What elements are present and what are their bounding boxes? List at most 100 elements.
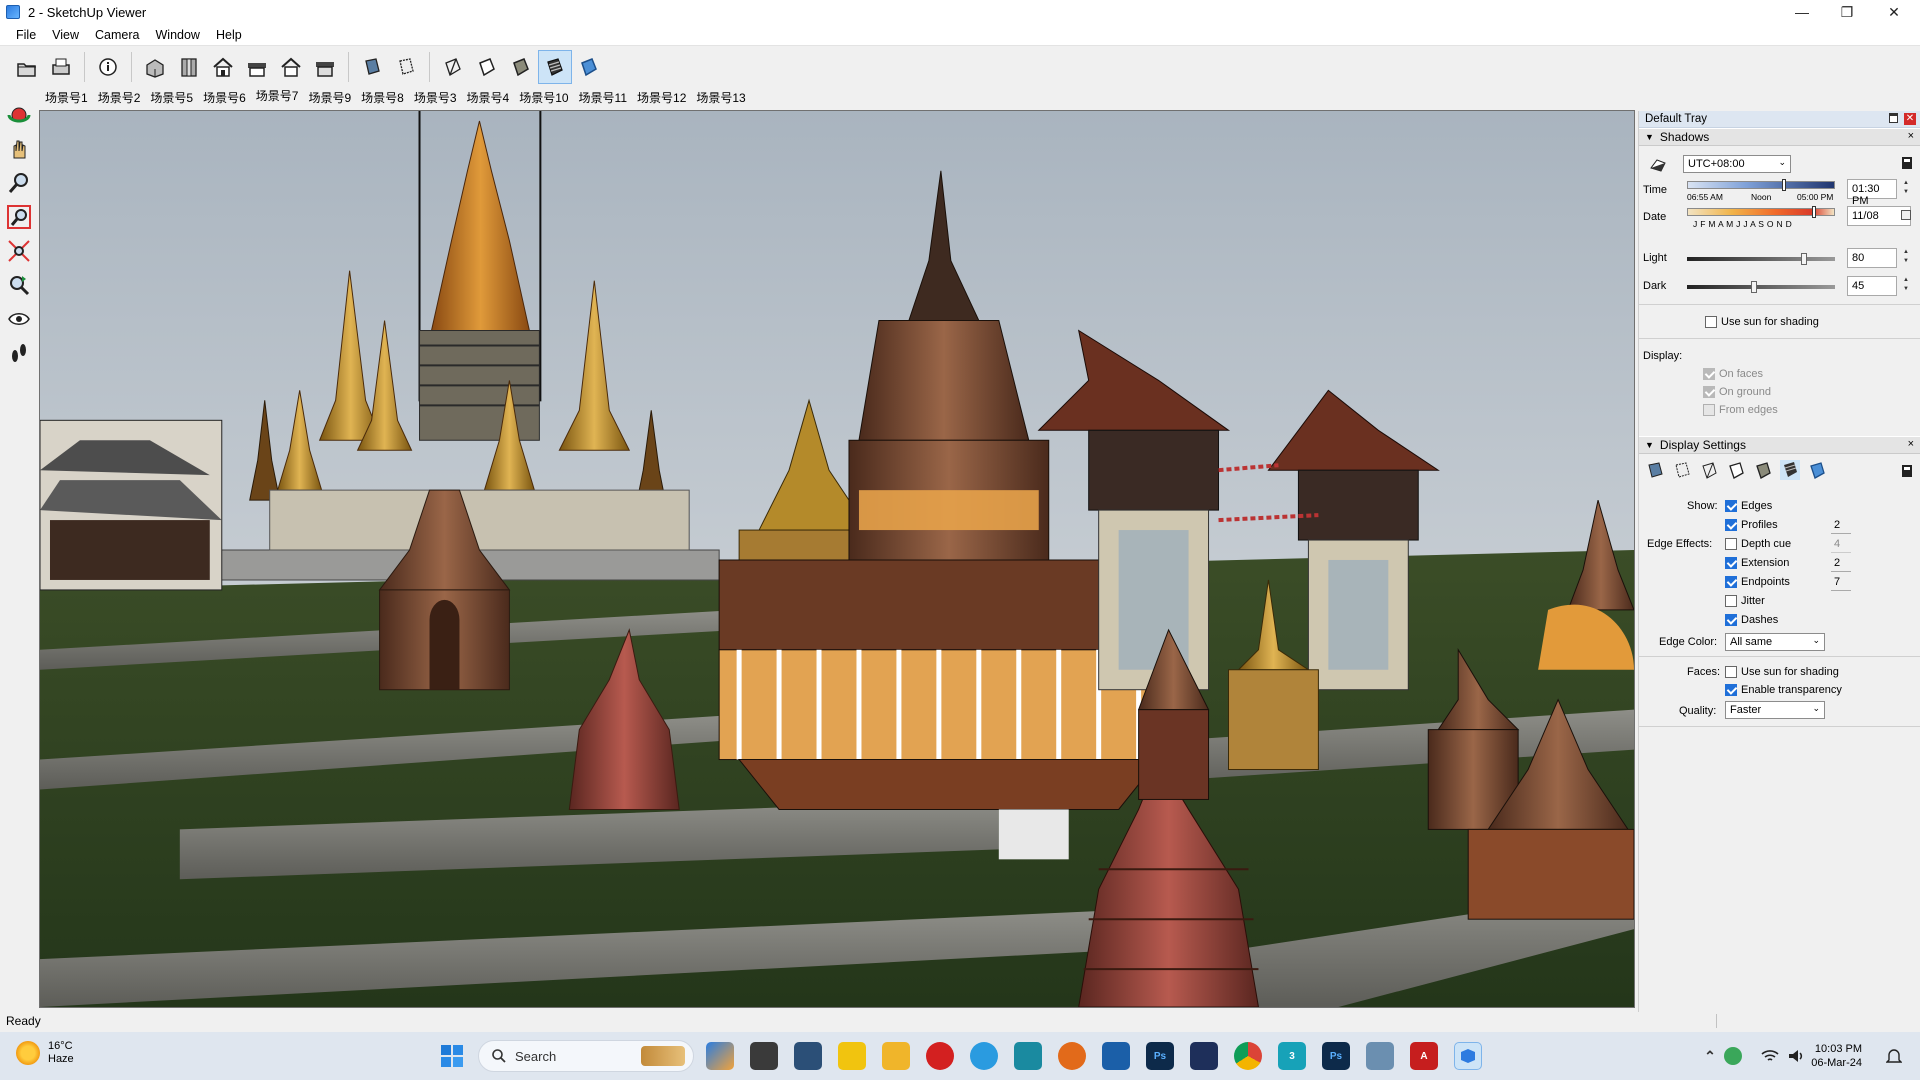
faces-use-sun-checkbox[interactable]: Use sun for shading: [1725, 666, 1839, 679]
endpoints-checkbox[interactable]: Endpoints: [1725, 576, 1790, 589]
profiles-checkbox-box[interactable]: [1725, 519, 1737, 532]
image-viewer-icon[interactable]: [1366, 1042, 1394, 1070]
scene-tab-8[interactable]: 场景号8: [356, 89, 409, 106]
iso-view-icon[interactable]: [138, 50, 172, 84]
orbit-icon[interactable]: [3, 99, 35, 131]
extension-checkbox[interactable]: Extension: [1725, 557, 1789, 570]
open-icon[interactable]: [10, 50, 44, 84]
edge-color-select[interactable]: All same ⌄: [1725, 633, 1825, 651]
scene-tab-11[interactable]: 场景号11: [574, 89, 632, 106]
notification-bell-icon[interactable]: [1880, 1042, 1908, 1070]
monochrome-icon[interactable]: [1807, 460, 1827, 480]
date-slider[interactable]: [1687, 206, 1835, 218]
hidden-line-icon[interactable]: [470, 50, 504, 84]
calendar-icon[interactable]: [1901, 210, 1911, 220]
collapse-triangle-icon[interactable]: ▼: [1645, 132, 1654, 142]
edges-checkbox[interactable]: Edges: [1725, 500, 1772, 513]
3ds-max-icon[interactable]: 3: [1278, 1042, 1306, 1070]
chrome-icon[interactable]: [1234, 1042, 1262, 1070]
scene-tab-9[interactable]: 场景号9: [303, 89, 356, 106]
shaded-textures-icon[interactable]: [538, 50, 572, 84]
telegram-icon[interactable]: [970, 1042, 998, 1070]
jitter-checkbox-box[interactable]: [1725, 595, 1737, 608]
time-input[interactable]: 01:30 PM: [1847, 179, 1897, 207]
timezone-select[interactable]: UTC+08:00 ⌄: [1683, 155, 1791, 173]
collapse-triangle-icon[interactable]: ▼: [1645, 440, 1654, 450]
dark-input[interactable]: 45: [1847, 276, 1897, 296]
wireframe-icon[interactable]: [436, 50, 470, 84]
acrobat-icon[interactable]: A: [1410, 1042, 1438, 1070]
display-settings-panel-header[interactable]: ▼ Display Settings ×: [1639, 436, 1920, 454]
on-ground-checkbox-box[interactable]: [1703, 386, 1715, 399]
file-explorer-icon[interactable]: [882, 1042, 910, 1070]
taskbar-search-box[interactable]: Search: [478, 1040, 694, 1072]
sticky-notes-icon[interactable]: [838, 1042, 866, 1070]
scene-tab-13[interactable]: 场景号13: [691, 89, 750, 106]
copilot-icon[interactable]: [706, 1042, 734, 1070]
front-view-icon[interactable]: [206, 50, 240, 84]
panel-close-icon[interactable]: ×: [1908, 130, 1914, 142]
use-sun-checkbox[interactable]: Use sun for shading: [1705, 316, 1819, 329]
show-hidden-icons-chevron-icon[interactable]: ⌃: [1696, 1042, 1724, 1070]
calculator-icon[interactable]: [794, 1042, 822, 1070]
look-around-icon[interactable]: [3, 303, 35, 335]
back-edges-icon[interactable]: [389, 50, 423, 84]
shadows-panel-header[interactable]: ▼ Shadows ×: [1639, 128, 1920, 146]
on-faces-checkbox[interactable]: On faces: [1703, 368, 1763, 381]
light-slider-thumb[interactable]: [1800, 253, 1807, 265]
shaded-icon[interactable]: [1753, 460, 1773, 480]
scene-tab-4[interactable]: 场景号4: [462, 89, 515, 106]
wifi-icon[interactable]: [1756, 1042, 1784, 1070]
time-spinner[interactable]: ▲ ▼: [1901, 179, 1911, 199]
extension-value-input[interactable]: 2: [1831, 556, 1851, 572]
right-view-icon[interactable]: [240, 50, 274, 84]
task-view-icon[interactable]: [750, 1042, 778, 1070]
wireframe-icon[interactable]: [1699, 460, 1719, 480]
dashes-checkbox-box[interactable]: [1725, 614, 1737, 627]
zoom-window-icon[interactable]: [3, 201, 35, 233]
menu-help[interactable]: Help: [208, 28, 250, 42]
opera-icon[interactable]: [926, 1042, 954, 1070]
zoom-extents-icon[interactable]: [3, 235, 35, 267]
on-ground-checkbox[interactable]: On ground: [1703, 386, 1771, 399]
endpoints-checkbox-box[interactable]: [1725, 576, 1737, 589]
scene-tab-5[interactable]: 场景号5: [145, 89, 198, 106]
profiles-value-input[interactable]: 2: [1831, 518, 1851, 534]
scene-tab-10[interactable]: 场景号10: [514, 89, 573, 106]
menu-file[interactable]: File: [8, 28, 44, 42]
scene-tab-2[interactable]: 场景号2: [93, 89, 146, 106]
back-edges-icon[interactable]: [1672, 460, 1692, 480]
menu-camera[interactable]: Camera: [87, 28, 147, 42]
edges-checkbox-box[interactable]: [1725, 500, 1737, 513]
xray-icon[interactable]: [355, 50, 389, 84]
from-edges-checkbox-box[interactable]: [1703, 404, 1715, 417]
grammarly-icon[interactable]: [1058, 1042, 1086, 1070]
previous-view-icon[interactable]: [3, 269, 35, 301]
scene-tab-1[interactable]: 场景号1: [40, 89, 93, 106]
scene-tab-3[interactable]: 场景号3: [409, 89, 462, 106]
on-faces-checkbox-box[interactable]: [1703, 368, 1715, 381]
top-view-icon[interactable]: [172, 50, 206, 84]
from-edges-checkbox[interactable]: From edges: [1703, 404, 1778, 417]
scene-tab-12[interactable]: 场景号12: [632, 89, 691, 106]
monochrome-icon[interactable]: [572, 50, 606, 84]
shadow-toggle-icon[interactable]: [1649, 156, 1667, 172]
network-app-icon[interactable]: [1724, 1047, 1742, 1065]
left-view-icon[interactable]: [308, 50, 342, 84]
close-button[interactable]: ✕: [1872, 0, 1916, 24]
xray-icon[interactable]: [1645, 460, 1665, 480]
time-slider-thumb[interactable]: [1781, 179, 1786, 191]
light-spinner[interactable]: ▲ ▼: [1901, 248, 1911, 268]
extension-checkbox-box[interactable]: [1725, 557, 1737, 570]
shaded-icon[interactable]: [504, 50, 538, 84]
sketchup-app-icon[interactable]: [1014, 1042, 1042, 1070]
temple-model-render[interactable]: [40, 111, 1634, 1007]
dark-slider-thumb[interactable]: [1750, 281, 1757, 293]
zoom-icon[interactable]: [3, 167, 35, 199]
depth-cue-checkbox[interactable]: Depth cue: [1725, 538, 1791, 551]
details-toggle-icon[interactable]: [1901, 464, 1913, 478]
dashes-checkbox[interactable]: Dashes: [1725, 614, 1778, 627]
pin-icon[interactable]: [1889, 113, 1898, 123]
faces-use-sun-checkbox-box[interactable]: [1725, 666, 1737, 679]
depth-cue-value-input[interactable]: 4: [1831, 537, 1851, 553]
